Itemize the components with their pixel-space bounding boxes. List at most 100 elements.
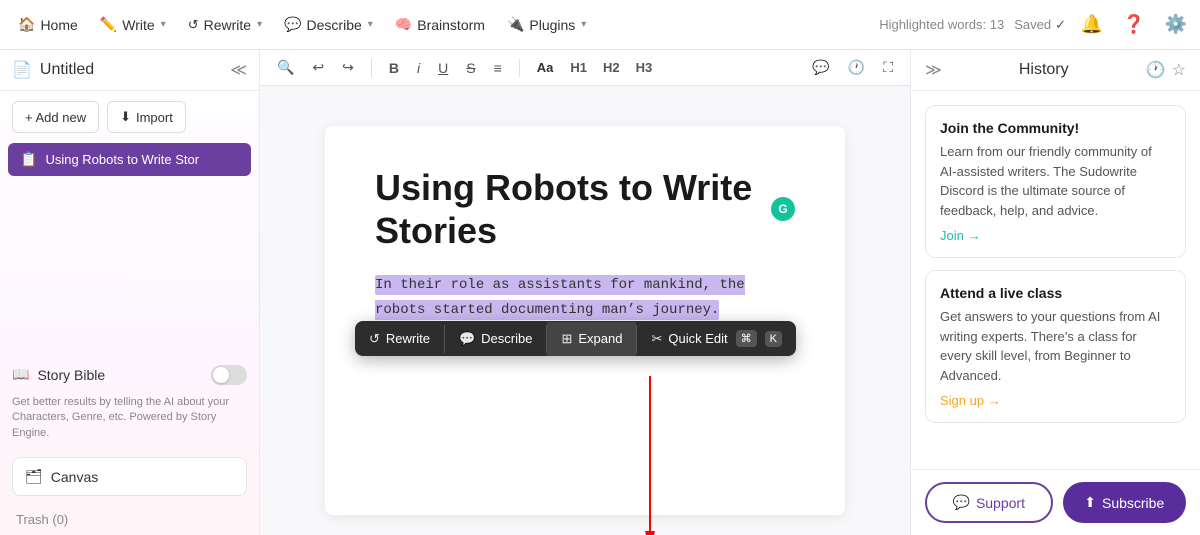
- sidebar-actions: + Add new ⬇ Import: [0, 91, 259, 143]
- ctx-describe-icon: 💬: [459, 331, 475, 347]
- sidebar-header: 📄 Untitled ≪: [0, 50, 259, 91]
- plugins-icon: 🔌: [507, 16, 524, 33]
- editor-toolbar: 🔍 ↩ ↪ B i U S ≡ Aa H1 H2 H3 💬 🕐 ⛶: [260, 50, 910, 86]
- doc-title: Using Robots to Write Stories G: [375, 166, 795, 252]
- right-panel-body: Join the Community! Learn from our frien…: [911, 91, 1200, 469]
- right-panel-title: History: [942, 61, 1146, 79]
- write-chevron-icon: ▾: [161, 19, 166, 30]
- saved-badge: Saved ✓: [1014, 17, 1066, 33]
- live-class-card: Attend a live class Get answers to your …: [925, 270, 1186, 423]
- history-clock-icon[interactable]: 🕐: [1146, 60, 1166, 80]
- describe-icon: 💬: [284, 16, 301, 33]
- editor-area: 🔍 ↩ ↪ B i U S ≡ Aa H1 H2 H3 💬 🕐 ⛶ Using …: [260, 50, 910, 535]
- canvas-item[interactable]: 🗂 Canvas: [12, 457, 247, 496]
- story-bible-section: 📖 Story Bible Get better results by tell…: [0, 355, 259, 449]
- redo-icon[interactable]: ↪: [337, 56, 359, 79]
- support-button[interactable]: 💬 Support: [925, 482, 1053, 523]
- community-card: Join the Community! Learn from our frien…: [925, 105, 1186, 258]
- nav-describe[interactable]: 💬 Describe ▾: [274, 10, 383, 39]
- right-panel: ≫ History 🕐 ☆ Join the Community! Learn …: [910, 50, 1200, 535]
- signup-link[interactable]: Sign up →: [940, 393, 1001, 408]
- search-icon[interactable]: 🔍: [272, 56, 299, 79]
- story-bible-row: 📖 Story Bible: [12, 355, 247, 395]
- saved-check-icon: ✓: [1055, 17, 1066, 33]
- h1-button[interactable]: H1: [566, 57, 591, 78]
- editor-content: Using Robots to Write Stories G In their…: [260, 86, 910, 535]
- nav-right: Highlighted words: 13 Saved ✓ 🔔 ❓ ⚙️: [879, 9, 1192, 41]
- shortcut-key1: ⌘: [736, 330, 757, 347]
- history-icon[interactable]: 🕐: [843, 56, 870, 79]
- live-class-card-body: Get answers to your questions from AI wr…: [940, 307, 1171, 385]
- story-bible-description: Get better results by telling the AI abo…: [0, 395, 259, 449]
- h2-button[interactable]: H2: [599, 57, 624, 78]
- h3-button[interactable]: H3: [632, 57, 657, 78]
- highlighted-text: In their role as assistants for mankind,…: [375, 275, 745, 319]
- underline-button[interactable]: U: [433, 57, 453, 79]
- canvas-icon: 🗂: [25, 468, 43, 485]
- active-doc-item[interactable]: 📋 Using Robots to Write Stor: [8, 143, 251, 176]
- sidebar-title: 📄 Untitled: [12, 60, 94, 80]
- live-class-card-title: Attend a live class: [940, 285, 1171, 301]
- ctx-expand-button[interactable]: ⊞ Expand: [547, 322, 636, 356]
- shortcut-key2: K: [765, 331, 782, 347]
- help-button[interactable]: ❓: [1118, 9, 1150, 41]
- write-icon: ✏️: [100, 16, 117, 33]
- doc-list-icon: 📋: [20, 151, 37, 168]
- ctx-describe-button[interactable]: 💬 Describe: [445, 322, 546, 356]
- highlighted-paragraph: In their role as assistants for mankind,…: [375, 272, 795, 321]
- ctx-rewrite-button[interactable]: ↺ Rewrite: [355, 322, 444, 356]
- ctx-rewrite-icon: ↺: [369, 331, 380, 347]
- highlighted-words-label: Highlighted words: 13: [879, 17, 1004, 32]
- nav-plugins[interactable]: 🔌 Plugins ▾: [497, 10, 596, 39]
- nav-write[interactable]: ✏️ Write ▾: [90, 10, 176, 39]
- notifications-button[interactable]: 🔔: [1076, 9, 1108, 41]
- font-size-button[interactable]: Aa: [532, 57, 559, 78]
- expand-icon[interactable]: ⛶: [878, 56, 898, 79]
- community-card-body: Learn from our friendly community of AI-…: [940, 142, 1171, 220]
- ctx-quick-edit-icon: ✂: [651, 331, 662, 347]
- sidebar: 📄 Untitled ≪ + Add new ⬇ Import 📋 Using …: [0, 50, 260, 535]
- brainstorm-icon: 🧠: [395, 16, 412, 33]
- right-panel-footer: 💬 Support ⬆ Subscribe: [911, 469, 1200, 535]
- story-bible-icon: 📖: [12, 366, 29, 383]
- undo-icon[interactable]: ↩: [307, 56, 329, 79]
- rewrite-icon: ↺: [188, 17, 199, 33]
- top-nav: 🏠 Home ✏️ Write ▾ ↺ Rewrite ▾ 💬 Describe…: [0, 0, 1200, 50]
- doc-icon: 📄: [12, 60, 32, 80]
- settings-button[interactable]: ⚙️: [1160, 9, 1192, 41]
- list-button[interactable]: ≡: [489, 57, 507, 79]
- sidebar-collapse-icon[interactable]: ≪: [230, 60, 247, 80]
- history-star-icon[interactable]: ☆: [1172, 60, 1186, 80]
- right-panel-expand-icon[interactable]: ≫: [925, 60, 942, 80]
- strikethrough-button[interactable]: S: [461, 57, 480, 79]
- editor-doc: Using Robots to Write Stories G In their…: [325, 126, 845, 515]
- subscribe-button[interactable]: ⬆ Subscribe: [1063, 482, 1187, 523]
- nav-brainstorm[interactable]: 🧠 Brainstorm: [385, 10, 495, 39]
- story-bible-label: 📖 Story Bible: [12, 366, 105, 383]
- ctx-expand-icon: ⊞: [561, 331, 572, 347]
- community-card-title: Join the Community!: [940, 120, 1171, 136]
- comment-icon[interactable]: 💬: [807, 56, 834, 79]
- nav-home[interactable]: 🏠 Home: [8, 10, 88, 39]
- story-bible-toggle[interactable]: [211, 365, 247, 385]
- right-panel-icons: 🕐 ☆: [1146, 60, 1186, 80]
- home-icon: 🏠: [18, 16, 35, 33]
- italic-button[interactable]: i: [412, 57, 425, 79]
- ctx-quick-edit-button[interactable]: ✂ Quick Edit ⌘ K: [637, 321, 796, 356]
- context-menu: ↺ Rewrite 💬 Describe ⊞ Expand: [355, 321, 796, 356]
- subscribe-icon: ⬆: [1084, 494, 1096, 511]
- support-icon: 💬: [953, 494, 970, 511]
- grammarly-icon[interactable]: G: [771, 197, 795, 221]
- import-button[interactable]: ⬇ Import: [107, 101, 186, 133]
- trash-item[interactable]: Trash (0): [0, 504, 259, 535]
- add-new-button[interactable]: + Add new: [12, 101, 99, 133]
- right-panel-header: ≫ History 🕐 ☆: [911, 50, 1200, 91]
- plugins-chevron-icon: ▾: [581, 19, 586, 30]
- nav-rewrite[interactable]: ↺ Rewrite ▾: [178, 11, 272, 39]
- rewrite-chevron-icon: ▾: [257, 19, 262, 30]
- join-link[interactable]: Join →: [940, 228, 980, 243]
- import-icon: ⬇: [120, 109, 131, 125]
- bold-button[interactable]: B: [384, 57, 404, 79]
- describe-chevron-icon: ▾: [368, 19, 373, 30]
- arrow-indicator: [620, 376, 680, 535]
